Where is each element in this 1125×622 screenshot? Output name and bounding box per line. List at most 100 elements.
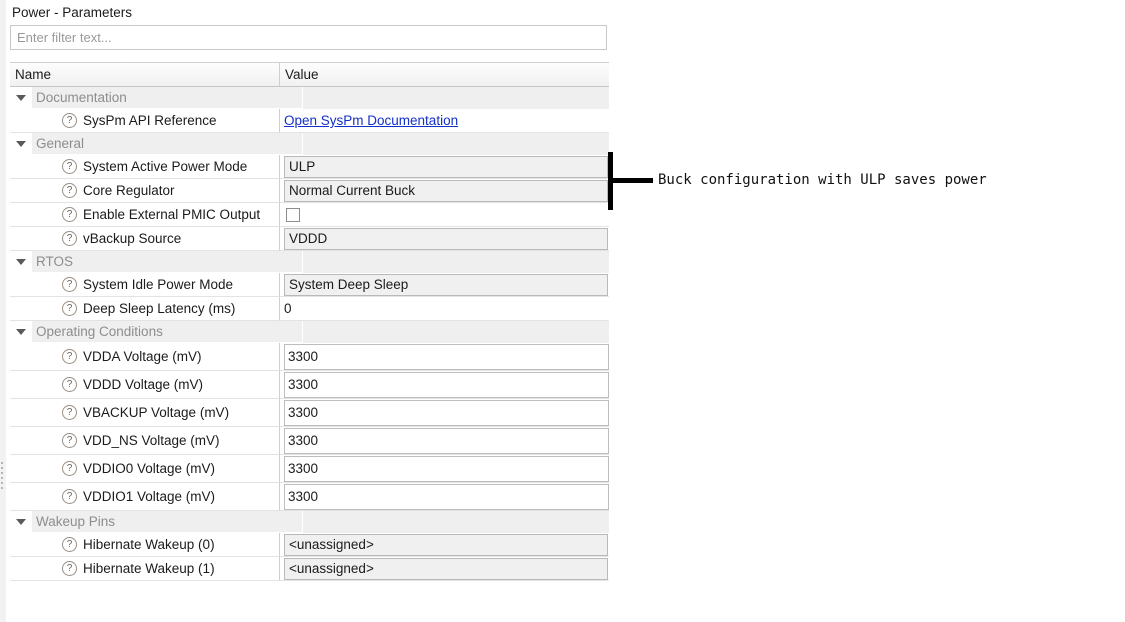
parameter-name-cell: ? vBackup Source [10, 227, 280, 251]
parameter-value-cell[interactable]: ULP [280, 155, 609, 179]
parameter-value-cell[interactable]: <unassigned> [280, 557, 609, 581]
annotation-text: Buck configuration with ULP saves power [658, 172, 987, 188]
filter-bar [6, 25, 609, 51]
parameter-name-cell: ? VDDIO1 Voltage (mV) [10, 483, 280, 511]
group-label: RTOS [36, 254, 74, 269]
value-combobox[interactable]: Normal Current Buck [284, 179, 608, 202]
parameter-name-cell: ? VBACKUP Voltage (mV) [10, 399, 280, 427]
table-row[interactable]: ? Hibernate Wakeup (0) <unassigned> [10, 533, 609, 557]
parameter-name-cell: ? VDDA Voltage (mV) [10, 343, 280, 371]
table-row[interactable]: ? VDDIO1 Voltage (mV) 3300 [10, 483, 609, 511]
chevron-down-icon[interactable] [10, 87, 32, 109]
value-textfield[interactable]: 3300 [284, 427, 609, 454]
parameter-value-cell[interactable]: 3300 [280, 483, 609, 511]
value-checkbox[interactable] [286, 207, 300, 222]
value-textfield[interactable]: 3300 [284, 343, 609, 370]
help-icon[interactable]: ? [62, 377, 77, 392]
group-label: Wakeup Pins [36, 514, 116, 529]
chevron-down-icon[interactable] [10, 321, 32, 343]
group-row[interactable]: Operating Conditions [10, 321, 609, 343]
table-body: Documentation? SysPm API Reference Open Sy… [10, 87, 609, 581]
help-icon[interactable]: ? [62, 349, 77, 364]
help-icon[interactable]: ? [62, 489, 77, 504]
power-parameters-panel: Power - Parameters Name Value Documentat… [6, 0, 609, 622]
parameter-name-cell: ? Enable External PMIC Output [10, 203, 280, 227]
parameter-value-cell[interactable]: <unassigned> [280, 533, 609, 557]
parameter-label: vBackup Source [83, 231, 182, 246]
table-row[interactable]: ? System Idle Power Mode System Deep Sleep [10, 273, 609, 297]
help-icon[interactable]: ? [62, 301, 77, 316]
group-row[interactable]: Documentation [10, 87, 609, 109]
parameter-value-cell[interactable] [280, 203, 609, 227]
parameter-label: VBACKUP Voltage (mV) [83, 405, 230, 420]
help-icon[interactable]: ? [62, 537, 77, 552]
filter-input[interactable] [10, 25, 607, 50]
help-icon[interactable]: ? [62, 183, 77, 198]
chevron-down-icon[interactable] [10, 511, 32, 533]
parameter-value-cell[interactable]: Open SysPm Documentation [280, 109, 609, 133]
parameter-name-cell: ? VDDD Voltage (mV) [10, 371, 280, 399]
value-textfield[interactable]: 3300 [284, 371, 609, 398]
annotation-bracket-icon [605, 152, 653, 210]
help-icon[interactable]: ? [62, 405, 77, 420]
table-row[interactable]: ? vBackup Source VDDD [10, 227, 609, 251]
parameter-value-cell[interactable]: 0 [280, 297, 609, 321]
parameter-label: System Idle Power Mode [83, 277, 234, 292]
value-textfield[interactable]: 3300 [284, 399, 609, 426]
table-row[interactable]: ? Deep Sleep Latency (ms) 0 [10, 297, 609, 321]
table-row[interactable]: ? Enable External PMIC Output [10, 203, 609, 227]
parameter-name-cell: ? Hibernate Wakeup (0) [10, 533, 280, 557]
help-icon[interactable]: ? [62, 561, 77, 576]
column-header-name[interactable]: Name [10, 63, 280, 86]
sash-grip-icon[interactable] [1, 462, 4, 489]
value-combobox[interactable]: ULP [284, 155, 608, 178]
table-row[interactable]: ? VDDA Voltage (mV) 3300 [10, 343, 609, 371]
parameter-value-cell[interactable]: 3300 [280, 427, 609, 455]
table-row[interactable]: ? Core Regulator Normal Current Buck [10, 179, 609, 203]
value-textfield[interactable]: 3300 [284, 483, 609, 510]
help-icon[interactable]: ? [62, 277, 77, 292]
parameter-value-cell[interactable]: 3300 [280, 399, 609, 427]
group-row[interactable]: RTOS [10, 251, 609, 273]
parameter-value-cell[interactable]: System Deep Sleep [280, 273, 609, 297]
parameter-value-cell[interactable]: 3300 [280, 371, 609, 399]
parameter-label: SysPm API Reference [83, 113, 217, 128]
table-row[interactable]: ? SysPm API Reference Open SysPm Documenta… [10, 109, 609, 133]
table-row[interactable]: ? Hibernate Wakeup (1) <unassigned> [10, 557, 609, 581]
table-row[interactable]: ? VDD_NS Voltage (mV) 3300 [10, 427, 609, 455]
chevron-down-icon[interactable] [10, 133, 32, 155]
help-icon[interactable]: ? [62, 231, 77, 246]
value-combobox[interactable]: VDDD [284, 227, 608, 250]
parameter-value-cell[interactable]: 3300 [280, 343, 609, 371]
value-textfield[interactable]: 3300 [284, 455, 609, 482]
help-icon[interactable]: ? [62, 461, 77, 476]
help-icon[interactable]: ? [62, 433, 77, 448]
group-value-cell [302, 133, 609, 155]
parameter-label: VDD_NS Voltage (mV) [83, 433, 220, 448]
table-row[interactable]: ? VBACKUP Voltage (mV) 3300 [10, 399, 609, 427]
column-header-value[interactable]: Value [280, 63, 609, 86]
parameter-name-cell: ? Core Regulator [10, 179, 280, 203]
documentation-link[interactable]: Open SysPm Documentation [284, 113, 458, 128]
value-combobox[interactable]: <unassigned> [284, 557, 608, 580]
parameter-label: Core Regulator [83, 183, 175, 198]
help-icon[interactable]: ? [62, 113, 77, 128]
parameter-value-cell[interactable]: VDDD [280, 227, 609, 251]
help-icon[interactable]: ? [62, 159, 77, 174]
chevron-down-icon[interactable] [10, 251, 32, 273]
parameters-table: Name Value Documentation? SysPm API Refer… [10, 62, 609, 581]
parameter-label: Hibernate Wakeup (0) [83, 537, 215, 552]
value-combobox[interactable]: System Deep Sleep [284, 273, 608, 296]
parameter-value-cell[interactable]: 3300 [280, 455, 609, 483]
table-row[interactable]: ? System Active Power Mode ULP [10, 155, 609, 179]
parameter-value-cell[interactable]: Normal Current Buck [280, 179, 609, 203]
group-row[interactable]: Wakeup Pins [10, 511, 609, 533]
table-row[interactable]: ? VDDIO0 Voltage (mV) 3300 [10, 455, 609, 483]
value-plain-text[interactable]: 0 [284, 301, 292, 316]
table-row[interactable]: ? VDDD Voltage (mV) 3300 [10, 371, 609, 399]
screen-root: Power - Parameters Name Value Documentat… [0, 0, 1125, 622]
group-name-cell: Wakeup Pins [32, 511, 302, 533]
value-combobox[interactable]: <unassigned> [284, 533, 608, 556]
group-row[interactable]: General [10, 133, 609, 155]
help-icon[interactable]: ? [62, 207, 77, 222]
